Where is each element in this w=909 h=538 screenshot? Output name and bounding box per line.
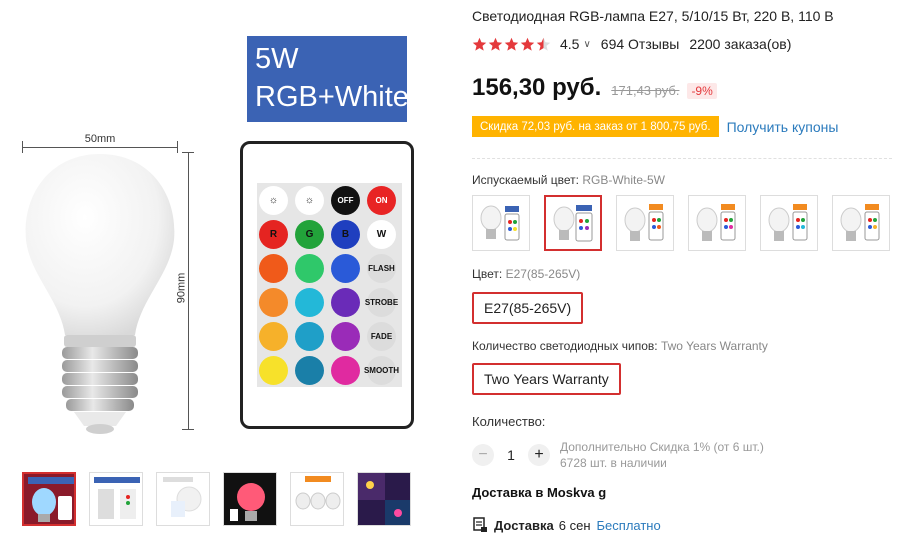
color-swatch — [259, 322, 288, 351]
chips-label: Количество светодиодных чипов: — [472, 339, 658, 353]
truck-icon — [473, 517, 487, 532]
remote-strobe-button: STROBE — [365, 288, 398, 317]
quantity-info: Дополнительно Скидка 1% (от 6 шт.) 6728 … — [560, 439, 764, 471]
color-value: RGB-White-5W — [582, 173, 665, 187]
discount-badge: -9% — [687, 83, 717, 99]
color-swatch — [331, 288, 360, 317]
variant-option[interactable] — [760, 195, 818, 251]
star-icon — [488, 37, 503, 51]
thumbnail-strip — [22, 472, 412, 526]
product-title: Светодиодная RGB-лампа E27, 5/10/15 Вт, … — [472, 8, 834, 24]
color-swatch — [331, 322, 360, 351]
price-row: 156,30 руб. 171,43 руб. -9% — [472, 74, 717, 102]
rating-row: 4.5 ∨ 694 Отзывы 2200 заказа(ов) — [472, 35, 791, 53]
half-star-icon — [536, 37, 551, 51]
delivery-date: 6 сен — [558, 517, 591, 533]
color-swatch — [259, 254, 288, 283]
remote-fade-button: FADE — [367, 322, 396, 351]
color-swatch — [331, 356, 360, 385]
width-dimension-label: 50mm — [84, 133, 116, 145]
remote-off-button: OFF — [331, 186, 360, 215]
chips-value: Two Years Warranty — [660, 339, 768, 353]
height-dimension: 90mm — [175, 152, 196, 430]
variant-option[interactable] — [832, 195, 890, 251]
current-price: 156,30 руб. — [472, 74, 602, 101]
brightness-down-icon: ☼ — [295, 186, 324, 215]
base-option-button[interactable]: E27(85-265V) — [472, 292, 584, 324]
remote-control: ☼ ☼ OFF ON R G B W FLASH STROBE FADE SMO… — [240, 141, 414, 429]
base-option-label: Цвет: E27(85-265V) — [472, 267, 580, 281]
orders-count: 2200 заказа(ов) — [689, 36, 792, 52]
remote-smooth-button: SMOOTH — [364, 356, 399, 385]
remote-r-button: R — [259, 220, 288, 249]
variant-option[interactable] — [688, 195, 746, 251]
quantity-decrease-button[interactable]: − — [472, 444, 494, 466]
delivery-row: Доставка 6 сен Бесплатно — [472, 517, 661, 533]
brightness-up-icon: ☼ — [259, 186, 288, 215]
product-main-image[interactable]: 50mm 90mm 5W RGB+White ☼ ☼ OFF ON R G B … — [0, 0, 440, 460]
color-swatch — [259, 288, 288, 317]
power-badge: 5W RGB+White — [247, 36, 409, 122]
remote-g-button: G — [295, 220, 324, 249]
color-swatch — [295, 254, 324, 283]
base-label: Цвет: — [472, 267, 503, 281]
section-divider — [472, 158, 892, 159]
quantity-increase-button[interactable]: + — [528, 444, 550, 466]
rating-value[interactable]: 4.5 — [560, 36, 579, 52]
star-icon — [472, 37, 487, 51]
delivery-price: Бесплатно — [596, 517, 661, 533]
color-option-label: Испускаемый цвет: RGB-White-5W — [472, 173, 665, 187]
badge-power: 5W — [255, 43, 299, 75]
old-price: 171,43 руб. — [611, 83, 680, 98]
delivery-label: Доставка — [494, 517, 554, 533]
coupon-banner: Скидка 72,03 руб. на заказ от 1 800,75 р… — [472, 116, 719, 137]
color-variants — [472, 195, 904, 251]
color-label: Испускаемый цвет: — [472, 173, 579, 187]
color-swatch — [259, 356, 288, 385]
coupon-row: Скидка 72,03 руб. на заказ от 1 800,75 р… — [472, 116, 838, 137]
quantity-value[interactable]: 1 — [494, 447, 528, 463]
delivery-heading[interactable]: Доставка в Moskva g — [472, 485, 606, 500]
variant-option[interactable] — [472, 195, 530, 251]
chevron-down-icon[interactable]: ∨ — [583, 39, 590, 50]
star-icon — [520, 37, 535, 51]
width-dimension: 50mm — [22, 133, 178, 153]
quantity-label: Количество: — [472, 414, 546, 429]
stock-text: 6728 шт. в наличии — [560, 456, 667, 470]
chips-option-label: Количество светодиодных чипов: Two Years… — [472, 339, 768, 353]
base-value: E27(85-265V) — [505, 267, 581, 281]
thumbnail-1[interactable] — [22, 472, 76, 526]
thumbnail-2[interactable] — [89, 472, 143, 526]
extra-discount-text: Дополнительно Скидка 1% (от 6 шт.) — [560, 440, 764, 454]
remote-w-button: W — [367, 220, 396, 249]
badge-type: RGB+White — [255, 81, 409, 113]
get-coupons-link[interactable]: Получить купоны — [727, 119, 839, 135]
remote-on-button: ON — [367, 186, 396, 215]
remote-b-button: B — [331, 220, 360, 249]
rating-stars — [472, 37, 552, 52]
color-swatch — [331, 254, 360, 283]
remote-keypad: ☼ ☼ OFF ON R G B W FLASH STROBE FADE SMO… — [257, 183, 402, 387]
remote-flash-button: FLASH — [367, 254, 396, 283]
warranty-option-button[interactable]: Two Years Warranty — [472, 363, 621, 395]
thumbnail-4[interactable] — [223, 472, 277, 526]
bulb-illustration — [25, 154, 175, 434]
color-swatch — [295, 322, 324, 351]
thumbnail-6[interactable] — [357, 472, 411, 526]
quantity-stepper: − 1 + Дополнительно Скидка 1% (от 6 шт.)… — [472, 439, 764, 471]
thumbnail-5[interactable] — [290, 472, 344, 526]
color-swatch — [295, 288, 324, 317]
thumbnail-3[interactable] — [156, 472, 210, 526]
star-icon — [504, 37, 519, 51]
variant-option-selected[interactable] — [544, 195, 602, 251]
variant-option[interactable] — [616, 195, 674, 251]
reviews-count[interactable]: 694 Отзывы — [601, 36, 680, 52]
color-swatch — [295, 356, 324, 385]
